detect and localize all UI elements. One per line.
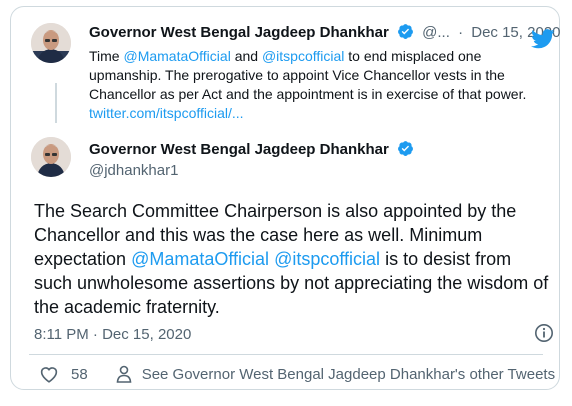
embedded-tweet-card: Governor West Bengal Jagdeep Dhankhar @.… [10,6,560,390]
tweet-timestamp[interactable]: 8:11 PM · Dec 15, 2020 [34,326,191,343]
like-button[interactable]: 58 [39,365,88,383]
quoted-text-segment: Time [89,48,124,64]
mention-itspcofficial-link[interactable]: @itspcofficial [274,249,380,269]
main-tweet-header: Governor West Bengal Jagdeep Dhankhar [89,140,414,162]
quoted-url-link[interactable]: twitter.com/itspcofficial/... [89,105,244,121]
quoted-tweet-text: Time @MamataOfficial and @itspcofficial … [89,47,544,123]
main-author-avatar[interactable] [31,137,71,177]
quoted-tweet-header: Governor West Bengal Jagdeep Dhankhar @.… [89,23,560,44]
quoted-author-avatar[interactable] [31,23,71,63]
quoted-author-name[interactable]: Governor West Bengal Jagdeep Dhankhar [89,24,389,41]
see-other-tweets-label: See Governor West Bengal Jagdeep Dhankha… [141,365,556,383]
verified-badge-icon [397,23,414,44]
main-author-name[interactable]: Governor West Bengal Jagdeep Dhankhar [89,141,389,158]
main-tweet-text: The Search Committee Chairperson is also… [34,199,554,319]
like-count: 58 [71,365,88,383]
header-separator: · [458,24,464,41]
quoted-author-handle[interactable]: @... [422,24,450,41]
main-author-handle[interactable]: @jdhankhar1 [89,162,178,179]
mention-mamataofficial-link[interactable]: @MamataOfficial [123,48,230,64]
mention-itspcofficial-link[interactable]: @itspcofficial [262,48,344,64]
action-divider [29,354,543,355]
see-other-tweets-link[interactable]: See Governor West Bengal Jagdeep Dhankha… [116,365,555,383]
verified-badge-icon [397,140,414,162]
thread-connector-line [55,83,57,123]
mention-mamataofficial-link[interactable]: @MamataOfficial [131,249,269,269]
heart-icon [39,365,59,383]
tweet-actions: 58 See Governor West Bengal Jagdeep Dhan… [39,365,555,383]
person-icon [116,365,132,383]
info-icon[interactable] [534,323,554,348]
quoted-text-segment: and [230,48,262,64]
